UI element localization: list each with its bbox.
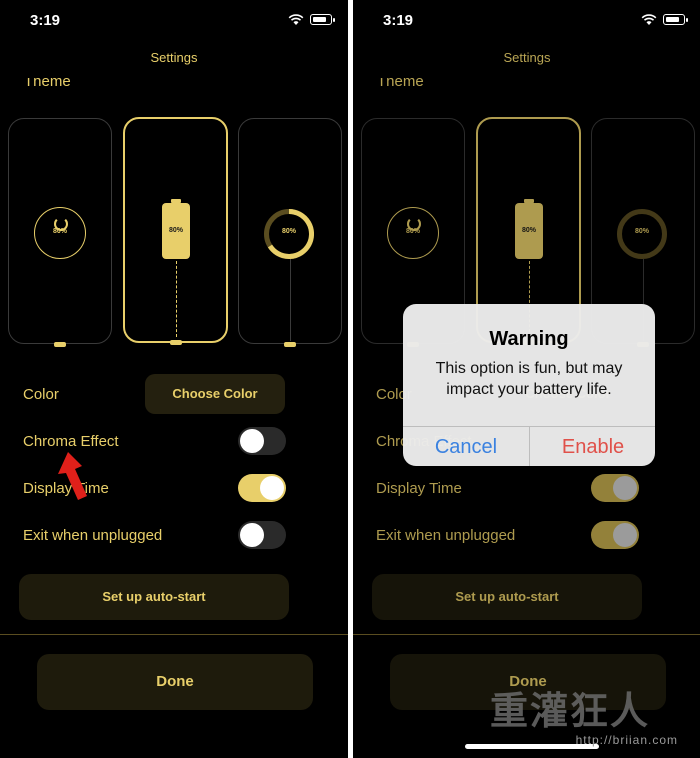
chroma-effect-label: Chroma Effect — [23, 433, 119, 450]
alert-message: This option is fun, but may impact your … — [435, 360, 623, 398]
left-phone-screen: 3:19 Settings Theme 80% 80% 80% Color Ch… — [0, 0, 348, 758]
display-time-toggle[interactable] — [591, 474, 639, 502]
watermark: 重灌狂人 http://briian.com — [490, 680, 690, 747]
display-time-toggle[interactable] — [238, 474, 286, 502]
chroma-effect-toggle[interactable] — [238, 427, 286, 455]
warning-alert-dialog: Warning This option is fun, but may impa… — [403, 304, 655, 466]
arc-indicator: 80% — [617, 209, 667, 259]
battery-indicator: 80% — [162, 199, 190, 259]
toggle-knob — [613, 523, 637, 547]
battery-indicator: 80% — [515, 199, 543, 259]
alert-cancel-button[interactable]: Cancel — [403, 427, 529, 466]
theme-card-ring[interactable]: 80% — [8, 118, 112, 347]
theme-section-label: Theme — [377, 78, 424, 90]
alert-title: Warning — [489, 328, 569, 350]
color-label: Color — [23, 386, 59, 403]
toggle-knob — [613, 476, 637, 500]
choose-color-button[interactable]: Choose Color — [145, 374, 285, 414]
done-button[interactable]: Done — [37, 654, 313, 710]
wifi-icon — [641, 14, 657, 25]
theme-percent: 80% — [168, 227, 183, 234]
divider — [353, 634, 700, 635]
ring-indicator: 80% — [387, 207, 439, 259]
nav-title: Settings — [150, 50, 198, 65]
theme-card-battery[interactable]: 80% — [123, 117, 228, 345]
battery-status-icon — [663, 14, 688, 25]
ring-indicator: 80% — [34, 207, 86, 259]
theme-percent: 80% — [281, 228, 296, 235]
plug-icon — [54, 342, 66, 347]
exit-unplugged-label: Exit when unplugged — [376, 527, 516, 544]
toggle-knob — [260, 476, 284, 500]
red-arrow-icon — [58, 452, 87, 500]
status-time: 3:19 — [383, 12, 414, 29]
watermark-title: 重灌狂人 — [490, 688, 651, 733]
theme-percent: 80% — [52, 228, 67, 235]
theme-card-arc[interactable]: 80% — [238, 118, 342, 347]
arc-indicator: 80% — [264, 209, 314, 259]
divider — [0, 634, 348, 635]
setup-autostart-button[interactable]: Set up auto-start — [372, 574, 642, 620]
setup-autostart-button[interactable]: Set up auto-start — [19, 574, 289, 620]
cable-line — [176, 261, 177, 337]
theme-percent: 80% — [405, 228, 420, 235]
exit-unplugged-toggle[interactable] — [591, 521, 639, 549]
cable-line — [290, 259, 291, 341]
nav-title: Settings — [503, 50, 551, 65]
watermark-url: http://briian.com — [575, 733, 678, 747]
wifi-icon — [288, 14, 304, 25]
theme-percent: 80% — [634, 228, 649, 235]
exit-unplugged-toggle[interactable] — [238, 521, 286, 549]
battery-cap — [171, 199, 181, 203]
battery-cap — [524, 199, 534, 203]
plug-icon — [284, 342, 296, 347]
exit-unplugged-label: Exit when unplugged — [23, 527, 163, 544]
theme-percent: 80% — [521, 227, 536, 234]
display-time-label: Display Time — [376, 480, 462, 497]
battery-status-icon — [310, 14, 335, 25]
toggle-knob — [240, 523, 264, 547]
theme-section-label: Theme — [24, 78, 71, 90]
alert-enable-button[interactable]: Enable — [530, 427, 655, 466]
right-phone-screen: 3:19 Settings Theme 80% 80% 80% Color Ch… — [353, 0, 700, 758]
status-time: 3:19 — [30, 12, 61, 29]
toggle-knob — [240, 429, 264, 453]
plug-icon — [169, 340, 182, 345]
